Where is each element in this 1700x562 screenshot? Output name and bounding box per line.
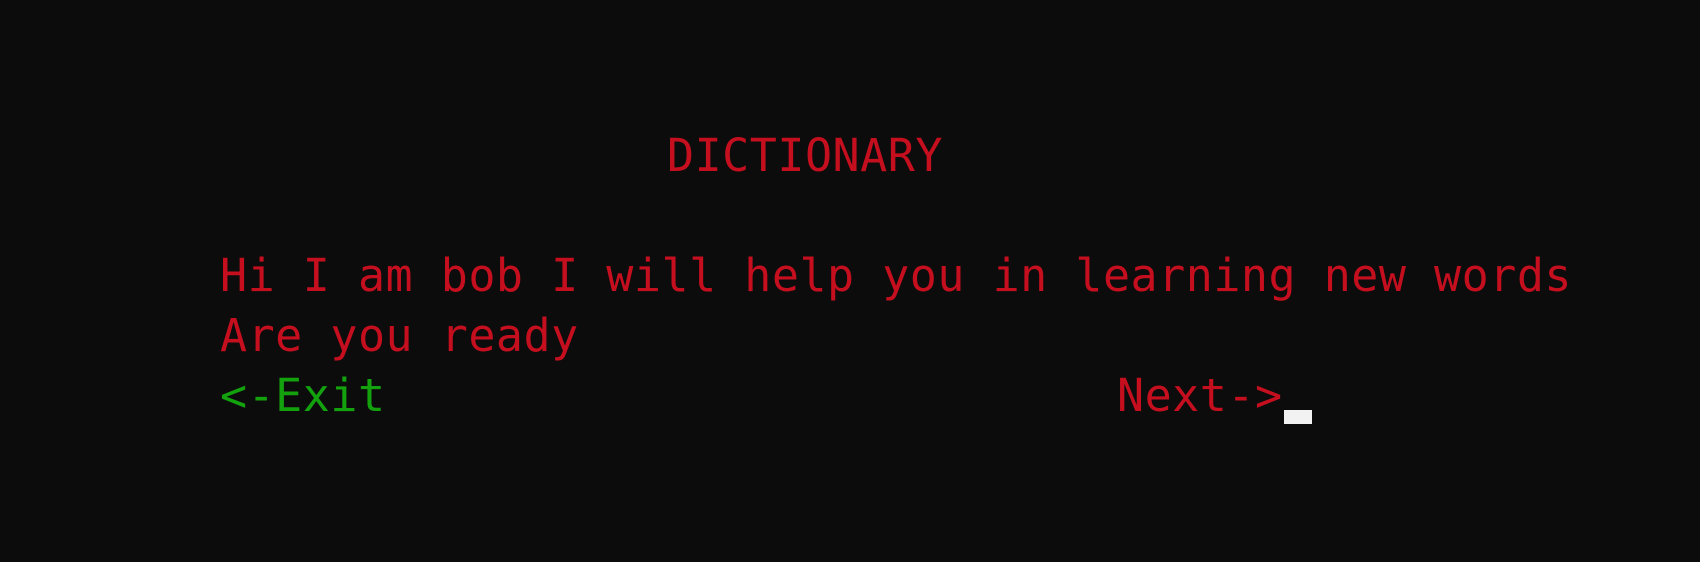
intro-message: Hi I am bob I will help you in learning … bbox=[220, 249, 1573, 302]
next-option[interactable]: Next-> bbox=[1117, 373, 1283, 418]
exit-option[interactable]: <-Exit bbox=[220, 373, 386, 418]
text-cursor bbox=[1284, 410, 1312, 424]
page-title: DICTIONARY bbox=[667, 129, 943, 182]
ready-prompt: Are you ready bbox=[220, 309, 579, 362]
terminal-window: DICTIONARY Hi I am bob I will help you i… bbox=[0, 0, 1700, 562]
